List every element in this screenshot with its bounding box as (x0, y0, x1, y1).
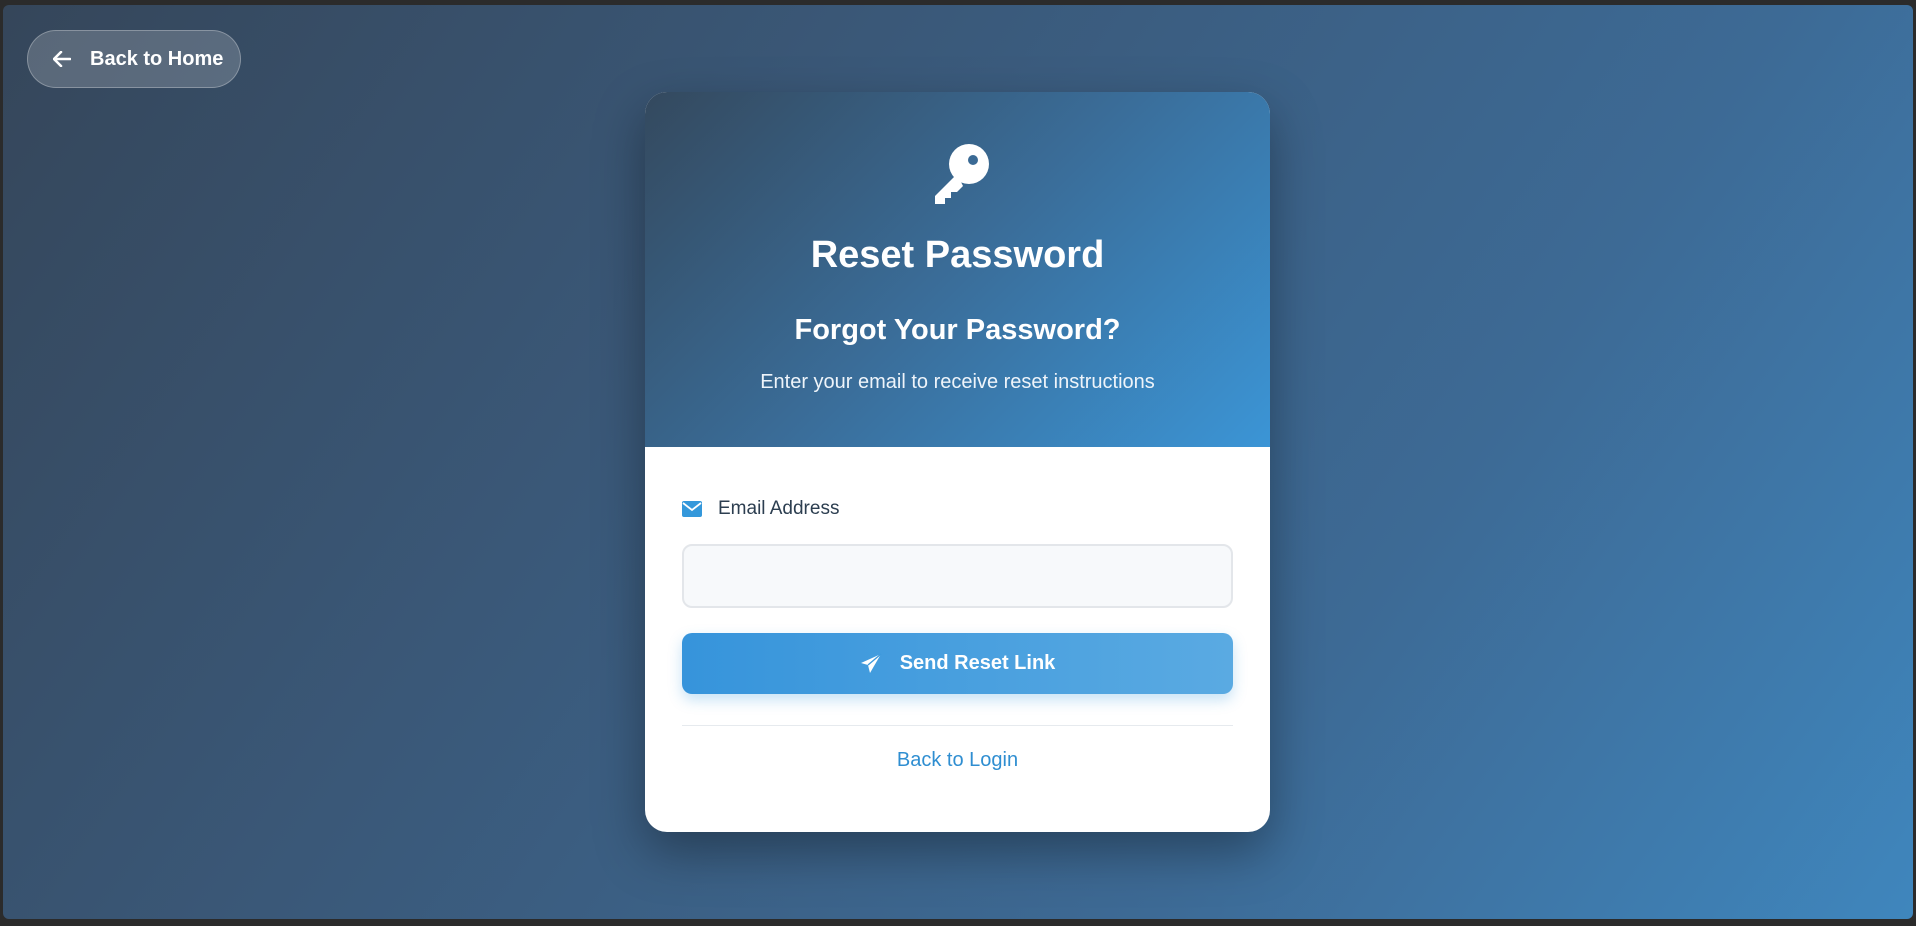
arrow-left-icon (52, 49, 72, 69)
reset-password-card: Reset Password Forgot Your Password? Ent… (645, 92, 1270, 832)
back-to-home-button[interactable]: Back to Home (27, 30, 241, 88)
page-subtitle: Forgot Your Password? (794, 314, 1121, 346)
send-reset-link-button[interactable]: Send Reset Link (682, 633, 1233, 694)
key-icon (927, 142, 991, 206)
envelope-icon (682, 501, 702, 517)
email-label-text: Email Address (718, 498, 840, 519)
email-field-label: Email Address (682, 497, 839, 521)
send-reset-link-label: Send Reset Link (899, 652, 1056, 674)
email-input[interactable] (682, 544, 1233, 608)
page-background: Back to Home Reset Password Forgot Your … (3, 5, 1913, 919)
back-to-login-link[interactable]: Back to Login (682, 749, 1233, 772)
divider (682, 725, 1233, 726)
paper-plane-icon (860, 652, 882, 675)
page-title: Reset Password (810, 234, 1105, 276)
back-to-home-label: Back to Home (90, 47, 224, 70)
card-header: Reset Password Forgot Your Password? Ent… (645, 92, 1270, 447)
page-description: Enter your email to receive reset instru… (760, 371, 1155, 393)
